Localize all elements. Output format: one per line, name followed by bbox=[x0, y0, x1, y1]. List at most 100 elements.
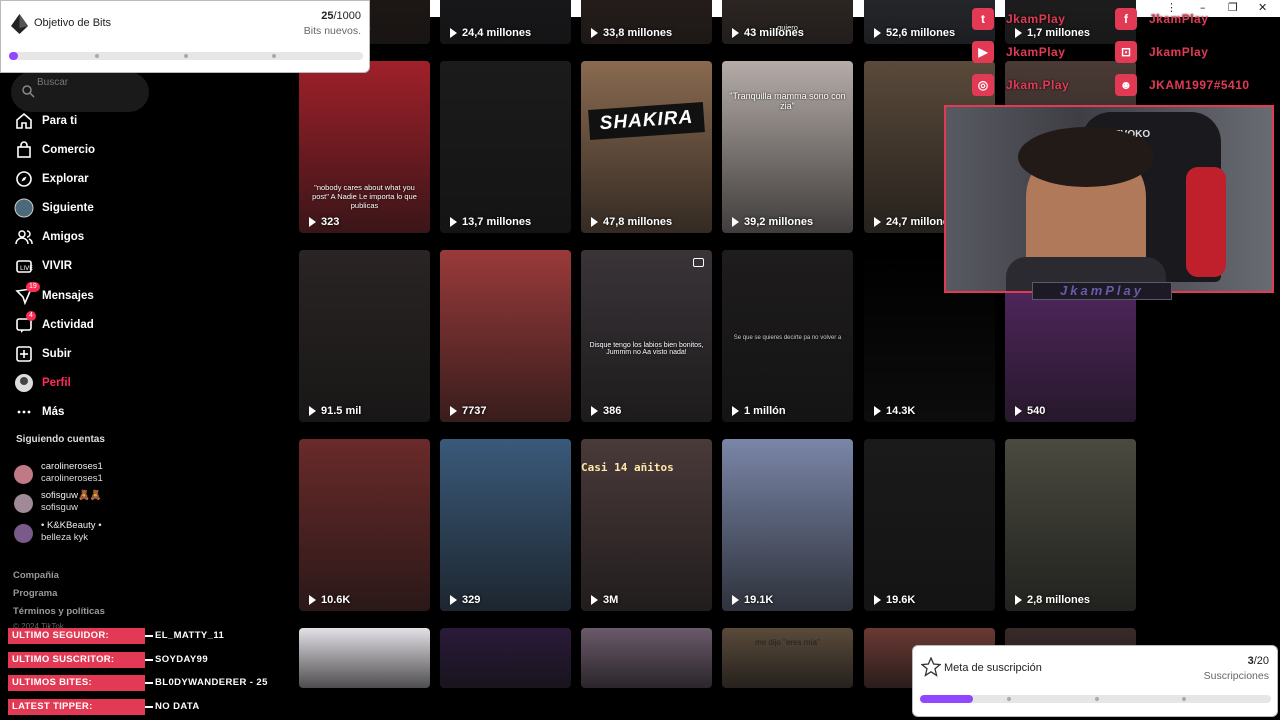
play-icon bbox=[450, 28, 457, 38]
view-count-text: 323 bbox=[321, 216, 340, 228]
bits-goal-current: 25 bbox=[321, 10, 334, 22]
sidebar-item-label: Amigos bbox=[42, 231, 85, 243]
video-tile[interactable]: 10.6K bbox=[299, 439, 430, 611]
video-tile[interactable] bbox=[440, 628, 571, 688]
view-count-text: 39,2 millones bbox=[744, 216, 814, 228]
sidebar-item-subir[interactable]: Subir bbox=[14, 343, 71, 365]
footer-link[interactable]: Términos y políticas bbox=[13, 606, 105, 617]
video-tile[interactable]: Disque tengo los labios bien bonitos, Ju… bbox=[581, 250, 712, 422]
chair-red-panel bbox=[1186, 167, 1226, 277]
play-icon bbox=[309, 217, 316, 227]
shop-bag-icon bbox=[14, 140, 34, 160]
video-caption: Se que se quieres decirte pa no volver a bbox=[733, 335, 842, 341]
video-tile[interactable]: 2,8 millones bbox=[1005, 439, 1136, 611]
search-placeholder: Buscar bbox=[37, 77, 69, 88]
play-icon bbox=[309, 595, 316, 605]
view-count: 329 bbox=[450, 594, 480, 606]
video-tile[interactable]: 19.1K bbox=[722, 439, 853, 611]
play-icon bbox=[591, 217, 598, 227]
star-icon bbox=[921, 657, 941, 677]
sidebar-item-label: VIVIR bbox=[42, 260, 73, 272]
sidebar-item-label: Comercio bbox=[42, 144, 96, 156]
footer-link[interactable]: Programa bbox=[13, 588, 57, 599]
play-icon bbox=[450, 406, 457, 416]
notification-badge: 4 bbox=[26, 311, 36, 321]
home-icon bbox=[14, 111, 34, 131]
account-handle: belleza kyk bbox=[41, 532, 88, 543]
sidebar-item-label: Para ti bbox=[42, 115, 78, 127]
play-icon bbox=[591, 595, 598, 605]
video-tile[interactable]: "Tranquilla mamma sono con zia" 39,2 mill… bbox=[722, 61, 853, 233]
play-icon bbox=[1015, 595, 1022, 605]
bits-goal-title: Objetivo de Bits bbox=[34, 17, 112, 29]
sub-goal-title: Meta de suscripción bbox=[944, 662, 1042, 674]
view-count-text: 33,8 millones bbox=[603, 27, 673, 39]
video-tile[interactable]: 7737 bbox=[440, 250, 571, 422]
bits-goal-total: /1000 bbox=[333, 10, 361, 22]
sidebar-item-comercio[interactable]: Comercio bbox=[14, 139, 95, 161]
view-count-text: 43 millones bbox=[744, 27, 804, 39]
compass-icon bbox=[14, 169, 34, 189]
video-caption: "Tranquilla mamma sono con zia" bbox=[729, 91, 846, 111]
upload-icon bbox=[14, 344, 34, 364]
video-caption: Disque tengo los labios bien bonitos, Ju… bbox=[589, 342, 704, 356]
social-handle-text: JkamPlay bbox=[1006, 12, 1066, 26]
video-tile[interactable]: me dijo "eres mía" bbox=[722, 628, 853, 688]
sidebar-item-explorar[interactable]: Explorar bbox=[14, 168, 89, 190]
sub-goal-marker bbox=[1182, 697, 1186, 701]
search-input[interactable]: Buscar bbox=[11, 72, 149, 112]
view-count: 10.6K bbox=[309, 594, 350, 606]
video-tile[interactable]: Casi 14 añitos 3M bbox=[581, 439, 712, 611]
video-tile[interactable]: 33,8 millones bbox=[581, 0, 712, 44]
video-tile[interactable]: Se que se quieres decirte pa no volver a… bbox=[722, 250, 853, 422]
twitch-icon: ⊡ bbox=[1115, 41, 1137, 63]
play-icon bbox=[450, 595, 457, 605]
video-tile[interactable]: SHAKIRA 47,8 millones bbox=[581, 61, 712, 233]
sidebar-item-amigos[interactable]: Amigos bbox=[14, 226, 84, 248]
sidebar-item-actividad[interactable]: 4 Actividad bbox=[14, 311, 94, 336]
sidebar-item-perfil[interactable]: Perfil bbox=[14, 372, 71, 394]
sidebar-item-vivir[interactable]: LIVE VIVIR bbox=[14, 255, 72, 277]
play-icon bbox=[591, 406, 598, 416]
bits-goal-subtitle: Bits nuevos. bbox=[303, 25, 361, 37]
play-icon bbox=[874, 28, 881, 38]
profile-avatar-icon bbox=[14, 373, 34, 393]
following-avatar-icon bbox=[14, 198, 34, 218]
video-tile[interactable]: "nobody cares about what you post" A Nad… bbox=[299, 61, 430, 233]
webcam-feed: EVOKO bbox=[944, 105, 1274, 293]
close-button[interactable]: ✕ bbox=[1258, 1, 1267, 14]
account-name: sofisguw🧸🧸 bbox=[41, 490, 102, 501]
bits-goal-progress bbox=[9, 52, 363, 60]
view-count: 1 millón bbox=[732, 405, 786, 417]
social-handle-text: JKAM1997#5410 bbox=[1149, 78, 1250, 92]
alert-value: BL0DYWANDERER - 25 bbox=[155, 677, 268, 688]
footer-link[interactable]: Compañía bbox=[13, 570, 59, 581]
avatar bbox=[14, 494, 33, 513]
video-tile[interactable]: quiero 43 millones bbox=[722, 0, 853, 44]
sidebar-item-m-s[interactable]: Más bbox=[14, 401, 64, 423]
account-name: carolineroses1 bbox=[41, 461, 103, 472]
notification-badge: 19 bbox=[26, 282, 40, 292]
sidebar-item-siguiente[interactable]: Siguiente bbox=[14, 197, 94, 219]
video-tile[interactable]: 13,7 millones bbox=[440, 61, 571, 233]
video-tile[interactable]: 19.6K bbox=[864, 439, 995, 611]
webcam-name-tag: JkamPlay bbox=[1032, 282, 1172, 300]
video-tile[interactable] bbox=[299, 628, 430, 688]
svg-text:LIVE: LIVE bbox=[20, 265, 33, 272]
video-tile[interactable] bbox=[581, 628, 712, 688]
maximize-button[interactable]: ❐ bbox=[1228, 1, 1238, 14]
view-count-text: 7737 bbox=[462, 405, 487, 417]
video-tile[interactable]: 91.5 mil bbox=[299, 250, 430, 422]
video-tile[interactable]: 329 bbox=[440, 439, 571, 611]
alert-value: SOYDAY99 bbox=[155, 654, 209, 665]
social-handle: t JkamPlay bbox=[972, 8, 1065, 30]
alert-divider bbox=[145, 682, 153, 684]
play-icon bbox=[732, 28, 739, 38]
sidebar-item-label: Subir bbox=[42, 348, 72, 360]
sidebar-item-mensajes[interactable]: 19 Mensajes bbox=[14, 282, 94, 307]
video-overlay-text: Casi 14 añitos bbox=[581, 461, 674, 474]
view-count-text: 91.5 mil bbox=[321, 405, 362, 417]
sidebar-item-para-ti[interactable]: Para ti bbox=[14, 110, 77, 132]
video-tile[interactable]: 24,4 millones bbox=[440, 0, 571, 44]
view-count: 540 bbox=[1015, 405, 1045, 417]
